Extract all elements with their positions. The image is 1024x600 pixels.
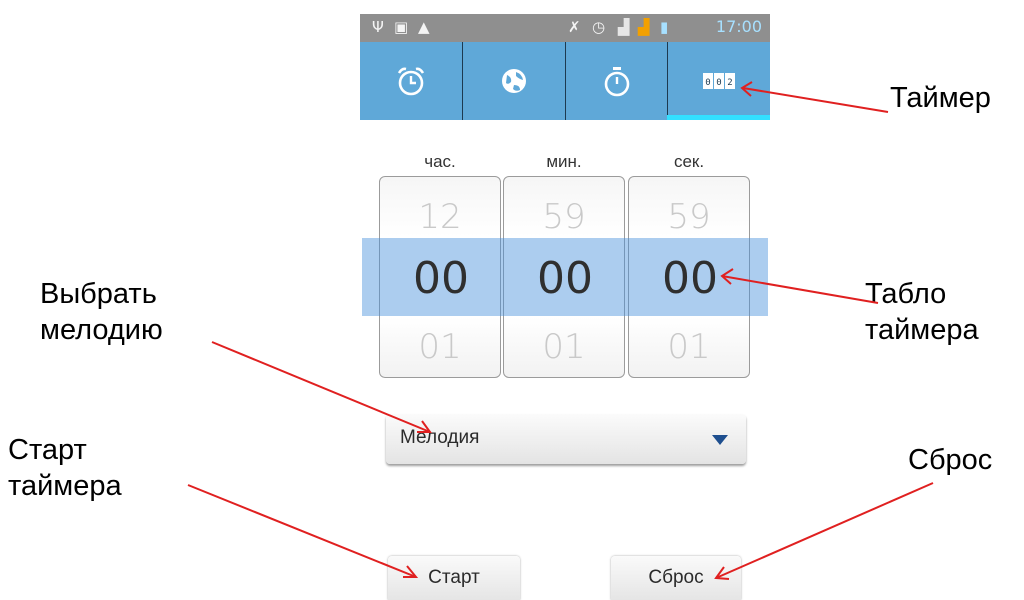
annotation-arrows (187, 81, 934, 580)
arrow-reset (715, 482, 934, 579)
arrow-choose-melody (211, 341, 431, 433)
arrow-start-timer (187, 484, 417, 578)
arrow-timer-tab (742, 87, 889, 113)
arrow-timer-display (721, 275, 879, 304)
